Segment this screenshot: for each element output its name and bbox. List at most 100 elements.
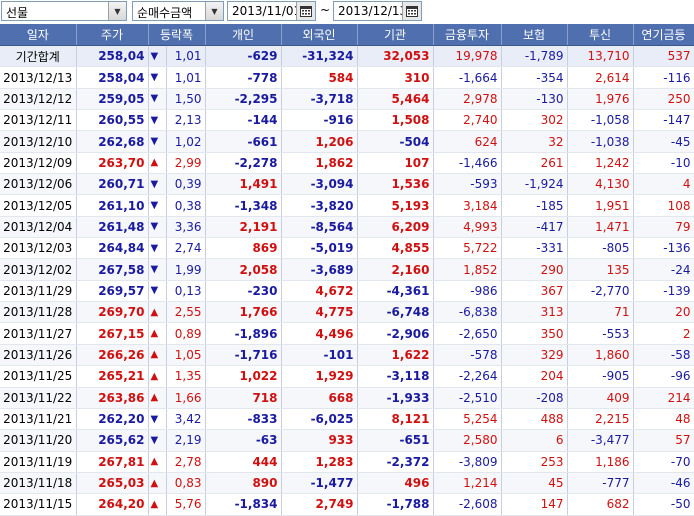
triangle-up-icon: ▲ — [148, 322, 167, 345]
individual-cell: -661 — [205, 130, 282, 153]
financial-investment-cell: 2,740 — [433, 109, 502, 132]
chevron-down-icon[interactable]: ▼ — [108, 2, 126, 20]
table-row[interactable]: 2013/12/12 259,05 ▼ 1,50 -2,295 -3,718 5,464 2,… — [0, 88, 694, 111]
price-cell: 260,55 — [76, 109, 149, 132]
financial-investment-cell: -2,650 — [433, 322, 502, 345]
individual-cell: 1,022 — [205, 365, 282, 388]
column-header-date[interactable]: 일자 — [0, 24, 77, 46]
triangle-down-icon: ▼ — [148, 408, 167, 431]
table-row[interactable]: 2013/12/03 264,84 ▼ 2,74 869 -5,019 4,855 5,722… — [0, 237, 694, 260]
institution-cell: 1,536 — [357, 173, 434, 196]
financial-investment-cell: -1,664 — [433, 66, 502, 89]
date-cell: 2013/12/03 — [0, 237, 77, 260]
toolbar: 선물 ▼ 순매수금액 ▼ 2013/11/01 ~ 2013/12/13 — [0, 0, 694, 24]
insurance-cell: 6 — [501, 429, 568, 452]
individual-cell: 2,058 — [205, 258, 282, 281]
column-header-price[interactable]: 주가 — [76, 24, 149, 46]
insurance-cell: -417 — [501, 216, 568, 239]
column-header-individual[interactable]: 개인 — [205, 24, 282, 46]
price-cell: 260,71 — [76, 173, 149, 196]
pension-cell: 537 — [633, 45, 694, 68]
financial-investment-cell: 2,580 — [433, 429, 502, 452]
price-cell: 264,84 — [76, 237, 149, 260]
financial-investment-cell: -3,809 — [433, 451, 502, 473]
date-cell: 2013/11/19 — [0, 451, 77, 473]
table-row[interactable]: 2013/11/22 263,86 ▲ 1,66 718 668 -1,933 -2,510-… — [0, 387, 694, 409]
table-row[interactable]: 2013/12/06 260,71 ▼ 0,39 1,491 -3,094 1,536 -59… — [0, 173, 694, 196]
insurance-cell: -1,789 — [501, 45, 568, 68]
individual-cell: 718 — [205, 387, 282, 409]
price-cell: 262,20 — [76, 408, 149, 431]
institution-cell: -2,372 — [357, 451, 434, 473]
table-row[interactable]: 2013/12/13 258,04 ▼ 1,01 -778 584 310 -1,664 -35… — [0, 66, 694, 89]
column-header-investment-trust[interactable]: 투신 — [567, 24, 634, 46]
institution-cell: 5,464 — [357, 88, 434, 111]
column-header-foreign[interactable]: 외국인 — [281, 24, 358, 46]
financial-investment-cell: -2,510 — [433, 387, 502, 409]
institution-cell: 107 — [357, 152, 434, 175]
investment-trust-cell: 1,471 — [567, 216, 634, 239]
table-row[interactable]: 2013/11/25 265,21 ▲ 1,35 1,022 1,929 -3,118 -2,… — [0, 365, 694, 388]
institution-cell: 4,855 — [357, 237, 434, 260]
pension-cell: -116 — [633, 66, 694, 89]
pension-cell: 48 — [633, 408, 694, 431]
chevron-down-icon[interactable]: ▼ — [205, 2, 223, 20]
table-row[interactable]: 2013/11/21 262,20 ▼ 3,42 -833 -6,025 8,121 5,25… — [0, 408, 694, 431]
pension-cell: -10 — [633, 152, 694, 175]
foreign-cell: 1,206 — [281, 130, 358, 153]
column-header-financial-investment[interactable]: 금융투자 — [433, 24, 502, 46]
column-header-insurance[interactable]: 보험 — [501, 24, 568, 46]
table-row[interactable]: 2013/11/29 269,57 ▼ 0,13 -230 4,672 -4,361 -986… — [0, 280, 694, 303]
pension-cell: -136 — [633, 237, 694, 260]
investor-trading-table: 일자 주가 등락폭 개인 외국인 기관 금융투자 보험 투신 연기금등 기간합계… — [0, 24, 694, 516]
type-select[interactable]: 순매수금액 ▼ — [132, 1, 224, 21]
table-row[interactable]: 2013/12/11 260,55 ▼ 2,13 -144 -916 1,508 2,740 3… — [0, 109, 694, 132]
date-cell: 2013/11/15 — [0, 493, 77, 516]
table-row[interactable]: 2013/12/05 261,10 ▼ 0,38 -1,348 -3,820 5,193 3,… — [0, 194, 694, 217]
column-header-change[interactable]: 등락폭 — [148, 24, 206, 46]
investment-trust-cell: -3,477 — [567, 429, 634, 452]
financial-investment-cell: 5,254 — [433, 408, 502, 431]
price-cell: 258,04 — [76, 45, 149, 68]
triangle-down-icon: ▼ — [148, 130, 167, 153]
table-body: 기간합계 258,04 ▼ 1,01 -629 -31,324 32,053 19,978 -1… — [0, 45, 694, 516]
calendar-icon[interactable] — [296, 2, 315, 20]
date-to-field[interactable]: 2013/12/13 — [333, 1, 422, 21]
change-cell: 1,99 — [166, 258, 206, 281]
price-cell: 267,58 — [76, 258, 149, 281]
column-header-pension[interactable]: 연기금등 — [633, 24, 694, 46]
investment-trust-cell: 409 — [567, 387, 634, 409]
change-cell: 0,89 — [166, 322, 206, 345]
price-cell: 264,20 — [76, 493, 149, 516]
period-total-row[interactable]: 기간합계 258,04 ▼ 1,01 -629 -31,324 32,053 19,978 -1… — [0, 45, 694, 68]
investment-trust-cell: 71 — [567, 301, 634, 324]
investment-trust-cell: -2,770 — [567, 280, 634, 303]
date-from-field[interactable]: 2013/11/01 — [227, 1, 316, 21]
price-cell: 269,70 — [76, 301, 149, 324]
triangle-down-icon: ▼ — [148, 258, 167, 281]
institution-cell: -1,788 — [357, 493, 434, 516]
table-row[interactable]: 2013/11/26 266,26 ▲ 1,05 -1,716 -101 1,622 -578… — [0, 344, 694, 367]
table-row[interactable]: 2013/11/20 265,62 ▼ 2,19 -63 933 -651 2,580 6 -3,… — [0, 429, 694, 452]
table-row[interactable]: 2013/12/10 262,68 ▼ 1,02 -661 1,206 -504 624 32-… — [0, 130, 694, 153]
market-select[interactable]: 선물 ▼ — [1, 1, 127, 21]
date-cell: 2013/11/27 — [0, 322, 77, 345]
table-row[interactable]: 2013/11/19 267,81 ▲ 2,78 444 1,283 -2,372 -3,80… — [0, 451, 694, 473]
calendar-icon[interactable] — [402, 2, 421, 20]
date-cell: 2013/11/28 — [0, 301, 77, 324]
table-row[interactable]: 2013/11/27 267,15 ▲ 0,89 -1,896 4,496 -2,906 -2… — [0, 322, 694, 345]
column-header-institution[interactable]: 기관 — [357, 24, 434, 46]
insurance-cell: -208 — [501, 387, 568, 409]
table-row[interactable]: 2013/11/15 264,20 ▲ 5,76 -1,834 2,749 -1,788 -2… — [0, 493, 694, 516]
institution-cell: 1,622 — [357, 344, 434, 367]
date-cell: 2013/12/09 — [0, 152, 77, 175]
table-row[interactable]: 2013/11/28 269,70 ▲ 2,55 1,766 4,775 -6,748 -6,… — [0, 301, 694, 324]
table-row[interactable]: 2013/12/09 263,70 ▲ 2,99 -2,278 1,862 107 -1,46… — [0, 152, 694, 175]
change-cell: 1,01 — [166, 66, 206, 89]
financial-investment-cell: 1,852 — [433, 258, 502, 281]
financial-investment-cell: -593 — [433, 173, 502, 196]
foreign-cell: -8,564 — [281, 216, 358, 239]
date-cell: 2013/11/26 — [0, 344, 77, 367]
table-row[interactable]: 2013/12/02 267,58 ▼ 1,99 2,058 -3,689 2,160 1,8… — [0, 258, 694, 281]
table-row[interactable]: 2013/12/04 261,48 ▼ 3,36 2,191 -8,564 6,209 4,9… — [0, 216, 694, 239]
